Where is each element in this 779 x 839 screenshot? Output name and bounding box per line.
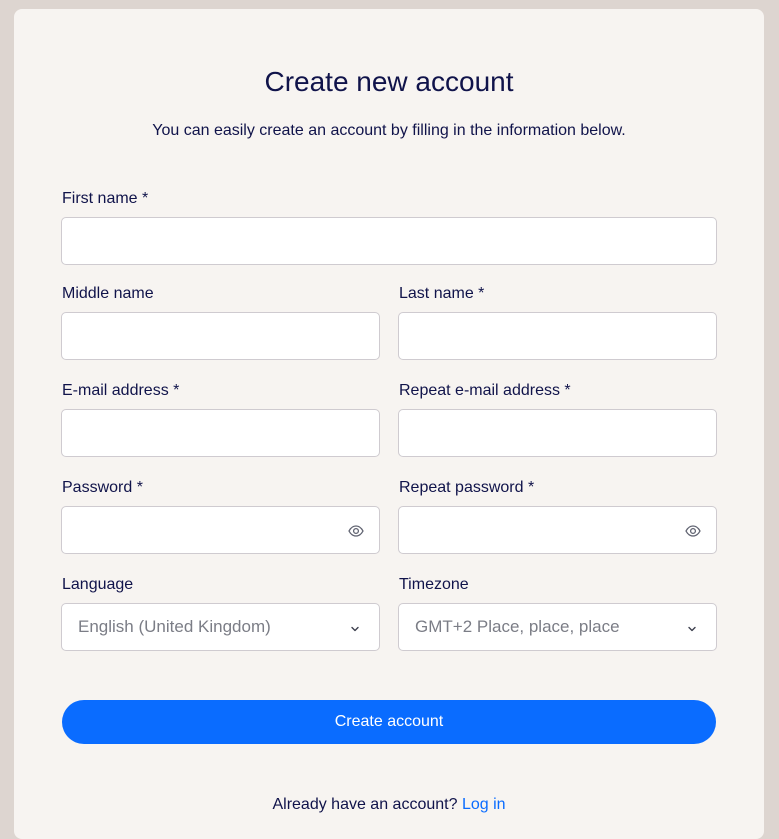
timezone-select[interactable]: GMT+2 Place, place, place <box>398 603 717 651</box>
login-link[interactable]: Log in <box>462 796 506 813</box>
language-select[interactable]: English (United Kingdom) <box>61 603 380 651</box>
chevron-down-icon <box>686 622 698 634</box>
signup-card: Create new account You can easily create… <box>14 9 764 839</box>
email-input[interactable] <box>61 409 380 457</box>
repeat-email-label: Repeat e-mail address * <box>399 382 571 399</box>
login-prompt: Already have an account? Log in <box>14 795 764 815</box>
last-name-input[interactable] <box>398 312 717 360</box>
eye-icon[interactable] <box>348 523 364 539</box>
first-name-label: First name * <box>62 190 149 207</box>
create-account-button[interactable]: Create account <box>62 700 716 744</box>
repeat-password-input[interactable] <box>398 506 717 554</box>
language-selected-value: English (United Kingdom) <box>78 617 271 636</box>
middle-name-label: Middle name <box>62 285 154 302</box>
timezone-selected-value: GMT+2 Place, place, place <box>415 617 620 636</box>
chevron-down-icon <box>349 622 361 634</box>
eye-icon[interactable] <box>685 523 701 539</box>
email-label: E-mail address * <box>62 382 180 399</box>
page-title: Create new account <box>264 66 514 97</box>
first-name-input[interactable] <box>61 217 717 265</box>
password-input[interactable] <box>61 506 380 554</box>
timezone-label: Timezone <box>399 576 469 593</box>
login-prompt-text: Already have an account? <box>272 796 458 813</box>
last-name-label: Last name * <box>399 285 485 302</box>
repeat-email-input[interactable] <box>398 409 717 457</box>
language-label: Language <box>62 576 134 593</box>
password-label: Password * <box>62 479 143 496</box>
middle-name-input[interactable] <box>61 312 380 360</box>
page-subtitle: You can easily create an account by fill… <box>152 122 626 139</box>
repeat-password-label: Repeat password * <box>399 479 535 496</box>
